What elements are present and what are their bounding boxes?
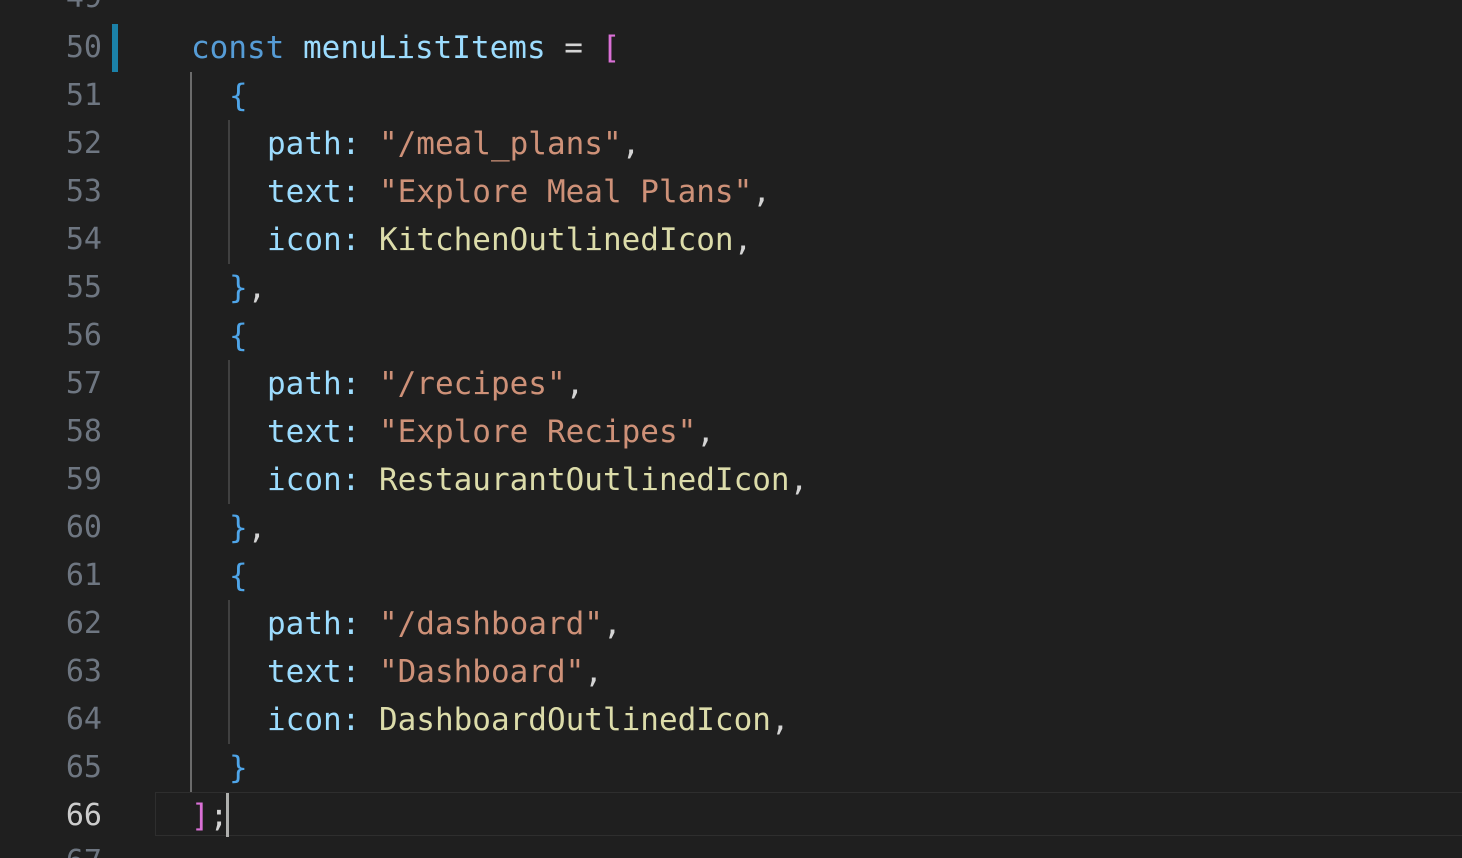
property-token: path: — [267, 606, 379, 642]
punctuation-token: , — [752, 174, 771, 210]
line-number: 66 — [65, 798, 102, 833]
string-token: "/meal_plans" — [378, 126, 622, 162]
code-line[interactable]: 55 }, — [0, 264, 1462, 312]
code-text: } — [229, 744, 248, 792]
code-text: text: "Explore Meal Plans", — [267, 168, 771, 216]
code-line[interactable]: 64 icon: DashboardOutlinedIcon, — [0, 696, 1462, 744]
line-number: 54 — [65, 222, 102, 257]
code-line[interactable]: 59 icon: RestaurantOutlinedIcon, — [0, 456, 1462, 504]
code-text: text: "Explore Recipes", — [267, 408, 715, 456]
code-line[interactable]: 52 path: "/meal_plans", — [0, 120, 1462, 168]
punctuation-token: , — [621, 126, 641, 162]
brace-token: { — [229, 318, 248, 354]
code-line[interactable]: 67 — [0, 838, 1462, 858]
punctuation-token: , — [247, 270, 267, 306]
line-number: 59 — [65, 462, 102, 497]
identifier-token: KitchenOutlinedIcon — [378, 222, 734, 258]
code-line[interactable]: 63 text: "Dashboard", — [0, 648, 1462, 696]
line-number: 60 — [65, 510, 102, 545]
brace-token: { — [229, 78, 248, 114]
code-text: icon: RestaurantOutlinedIcon, — [267, 456, 808, 504]
code-line[interactable]: 53 text: "Explore Meal Plans", — [0, 168, 1462, 216]
code-line[interactable]: 60 }, — [0, 504, 1462, 552]
punctuation-token: , — [247, 510, 267, 546]
code-line[interactable]: 57 path: "/recipes", — [0, 360, 1462, 408]
text-cursor — [226, 793, 229, 837]
string-token: "Dashboard" — [378, 654, 585, 690]
property-token: path: — [267, 366, 379, 402]
line-number: 55 — [65, 270, 102, 305]
code-text: }, — [229, 264, 266, 312]
brace-token: } — [229, 750, 248, 786]
string-token: "Explore Meal Plans" — [378, 174, 753, 210]
code-text: { — [229, 312, 248, 360]
line-number: 58 — [65, 414, 102, 449]
line-number: 56 — [65, 318, 102, 353]
brace-token: } — [229, 270, 248, 306]
code-text: const menuListItems = [ — [191, 24, 620, 72]
code-editor[interactable]: 49 50 const menuListItems = [ 51 { 52 pa… — [0, 0, 1462, 858]
punctuation-token: , — [696, 414, 715, 450]
punctuation-token: , — [565, 366, 585, 402]
code-text: icon: KitchenOutlinedIcon, — [267, 216, 752, 264]
code-line[interactable]: 51 { — [0, 72, 1462, 120]
brace-token: { — [229, 558, 248, 594]
variable-token: menuListItems — [303, 30, 546, 66]
keyword-token: const — [191, 30, 285, 66]
line-number: 53 — [65, 174, 102, 209]
punctuation-token: , — [584, 654, 603, 690]
code-text: text: "Dashboard", — [267, 648, 603, 696]
line-number: 67 — [0, 838, 102, 858]
brace-token: } — [229, 510, 248, 546]
code-text: }, — [229, 504, 266, 552]
code-text: path: "/recipes", — [267, 360, 584, 408]
punctuation-token: , — [733, 222, 753, 258]
line-number: 57 — [65, 366, 102, 401]
property-token: text: — [267, 174, 379, 210]
code-line[interactable]: 62 path: "/dashboard", — [0, 600, 1462, 648]
line-number: 61 — [65, 558, 102, 593]
identifier-token: RestaurantOutlinedIcon — [378, 462, 790, 498]
line-number: 52 — [65, 126, 102, 161]
code-text: path: "/dashboard", — [267, 600, 622, 648]
identifier-token: DashboardOutlinedIcon — [378, 702, 771, 738]
line-number: 65 — [65, 750, 102, 785]
code-line[interactable]: 65 } — [0, 744, 1462, 792]
operator-token: = — [545, 30, 602, 66]
bracket-token: [ — [601, 30, 621, 66]
property-token: text: — [267, 414, 379, 450]
string-token: "/dashboard" — [378, 606, 603, 642]
code-text: ]; — [191, 792, 228, 840]
code-line[interactable]: 56 { — [0, 312, 1462, 360]
code-line[interactable]: 54 icon: KitchenOutlinedIcon, — [0, 216, 1462, 264]
property-token: path: — [267, 126, 379, 162]
line-number: 51 — [65, 78, 102, 113]
string-token: "/recipes" — [378, 366, 566, 402]
property-token: icon: — [267, 222, 379, 258]
property-token: text: — [267, 654, 379, 690]
code-line[interactable]: 50 const menuListItems = [ — [0, 24, 1462, 72]
property-token: icon: — [267, 702, 379, 738]
code-text: path: "/meal_plans", — [267, 120, 640, 168]
code-line[interactable]: 58 text: "Explore Recipes", — [0, 408, 1462, 456]
line-number: 49 — [0, 0, 102, 22]
code-line[interactable]: 49 — [0, 0, 1462, 22]
property-token: icon: — [267, 462, 379, 498]
bracket-token: ] — [191, 798, 210, 834]
line-number: 64 — [65, 702, 102, 737]
code-text: { — [229, 552, 248, 600]
code-line[interactable]: 61 { — [0, 552, 1462, 600]
punctuation-token: , — [789, 462, 809, 498]
punctuation-token: , — [770, 702, 790, 738]
code-line-active[interactable]: 66 ]; — [0, 792, 1462, 840]
line-number: 63 — [65, 654, 102, 689]
punctuation-token: , — [602, 606, 622, 642]
line-number: 62 — [65, 606, 102, 641]
code-text: { — [229, 72, 248, 120]
line-number: 50 — [65, 30, 102, 65]
string-token: "Explore Recipes" — [378, 414, 697, 450]
code-text: icon: DashboardOutlinedIcon, — [267, 696, 790, 744]
